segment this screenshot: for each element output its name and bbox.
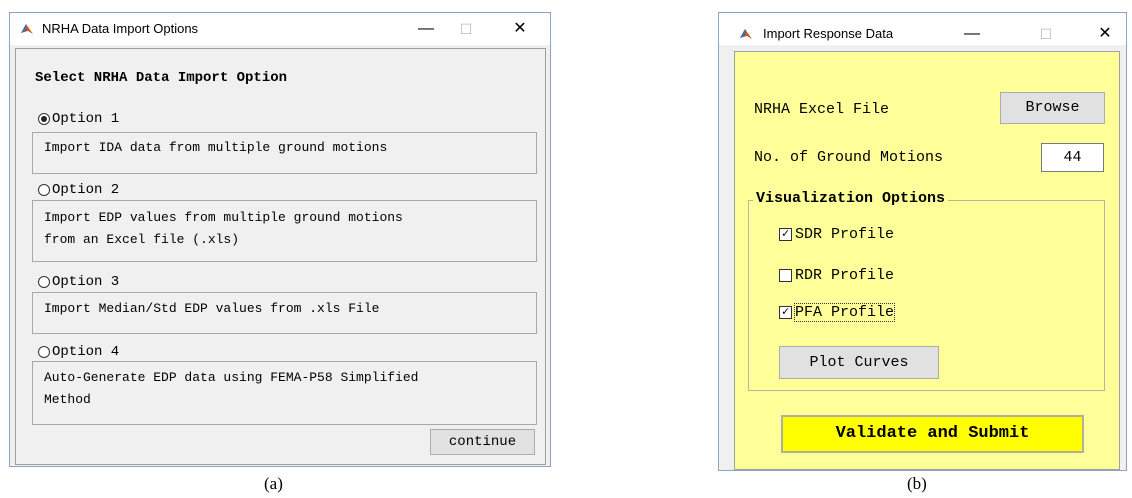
radio-unselected-icon [38,184,50,196]
sdr-profile-label: SDR Profile [795,226,895,243]
ground-motions-label: No. of Ground Motions [754,149,944,166]
pfa-profile-checkbox[interactable]: ✓ PFA Profile [779,303,896,322]
option-4-line-2: Method [44,392,91,407]
minimize-button[interactable]: — [406,13,446,45]
visualization-options-title: Visualization Options [753,190,949,207]
option-2-line-2: from an Excel file (.xls) [44,232,240,247]
close-button[interactable]: ✕ [1085,18,1125,50]
option-1-description: Import IDA data from multiple ground mot… [44,137,387,159]
plot-curves-button[interactable]: Plot Curves [779,346,939,379]
radio-selected-icon [38,113,50,125]
validate-and-submit-button[interactable]: Validate and Submit [781,415,1084,453]
import-response-panel: NRHA Excel File Browse No. of Ground Mot… [734,51,1120,470]
ground-motions-input[interactable]: 44 [1041,143,1104,172]
option-3-description: Import Median/Std EDP values from .xls F… [44,298,379,320]
continue-button[interactable]: continue [430,429,535,455]
window-title: Import Response Data [763,26,894,41]
option-4-line-1: Auto-Generate EDP data using FEMA-P58 Si… [44,370,419,385]
option-1-label: Option 1 [52,111,120,127]
radio-unselected-icon [38,276,50,288]
matlab-logo-icon [21,24,33,34]
title-bar[interactable]: Import Response Data — ☐ ✕ [719,13,1126,45]
import-response-data-window: Import Response Data — ☐ ✕ NRHA Excel Fi… [718,12,1127,471]
nrha-data-import-options-window: NRHA Data Import Options — ☐ ✕ Select NR… [9,12,551,467]
option-2-description: Import EDP values from multiple ground m… [44,207,403,251]
panel-header: Select NRHA Data Import Option [35,70,288,86]
pfa-profile-label: PFA Profile [793,303,896,322]
browse-button[interactable]: Browse [1000,92,1105,124]
radio-unselected-icon [38,346,50,358]
title-bar[interactable]: NRHA Data Import Options — ☐ ✕ [10,13,550,45]
excel-file-label: NRHA Excel File [754,101,890,118]
checkbox-unchecked-icon [779,269,792,282]
option-3-radio[interactable]: Option 3 [38,274,124,290]
window-title: NRHA Data Import Options [42,21,199,36]
option-4-description: Auto-Generate EDP data using FEMA-P58 Si… [44,367,418,411]
rdr-profile-label: RDR Profile [795,267,895,284]
checkbox-checked-icon: ✓ [779,228,792,241]
option-1-radio[interactable]: Option 1 [38,111,124,127]
caption-b: (b) [907,474,927,493]
option-4-label: Option 4 [52,344,120,360]
option-3-label: Option 3 [52,274,120,290]
minimize-button[interactable]: — [952,18,992,50]
rdr-profile-checkbox[interactable]: RDR Profile [779,267,894,284]
option-2-radio[interactable]: Option 2 [38,182,124,198]
option-4-radio[interactable]: Option 4 [38,344,124,360]
option-3-line-1: Import Median/Std EDP values from .xls F… [44,301,380,316]
checkbox-checked-icon: ✓ [779,306,792,319]
option-2-line-1: Import EDP values from multiple ground m… [44,210,403,225]
option-1-line-1: Import IDA data from multiple ground mot… [44,140,388,155]
caption-a: (a) [264,474,283,493]
sdr-profile-checkbox[interactable]: ✓ SDR Profile [779,226,894,243]
matlab-logo-icon [740,29,752,39]
import-options-panel: Select NRHA Data Import Option Option 1 … [15,48,546,465]
option-2-label: Option 2 [52,182,120,198]
maximize-button[interactable]: ☐ [446,13,486,45]
maximize-button[interactable]: ☐ [1026,18,1066,50]
close-button[interactable]: ✕ [500,13,540,45]
